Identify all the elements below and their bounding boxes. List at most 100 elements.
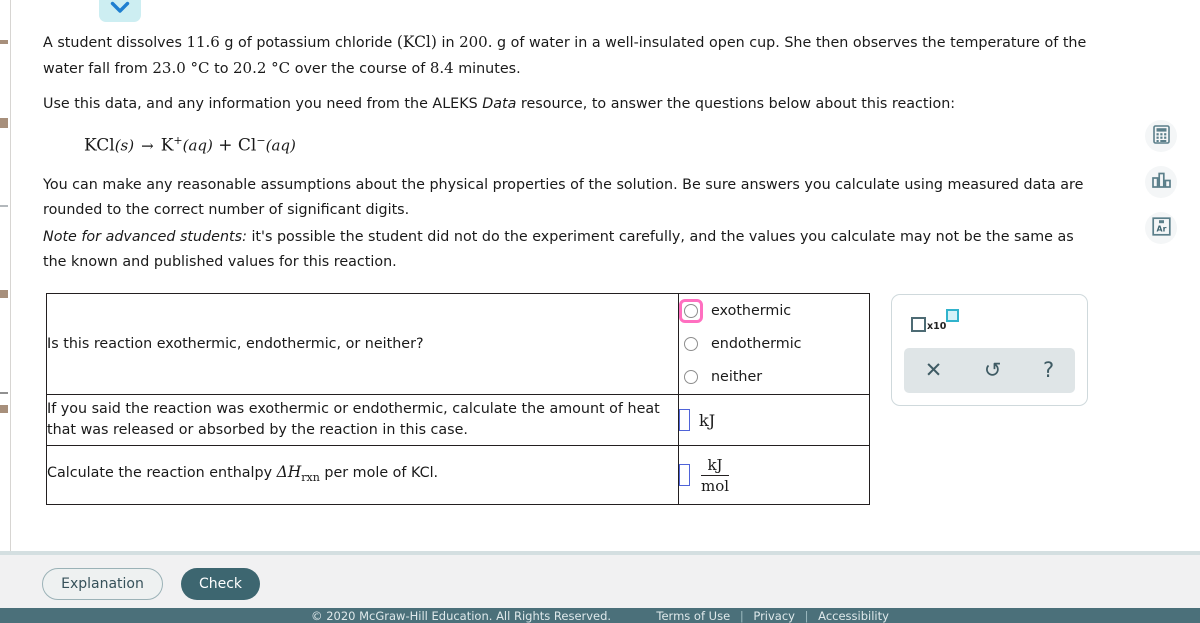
footer-separator: | bbox=[804, 609, 809, 623]
periodic-table-icon: Ar bbox=[1151, 216, 1171, 240]
radio-focus-ring[interactable] bbox=[679, 365, 703, 389]
chemical-equation: KCl(s) → K+(aq) + Cl−(aq) bbox=[84, 134, 296, 156]
product2-charge: − bbox=[256, 134, 266, 147]
p1-text-a: A student dissolves bbox=[43, 35, 182, 51]
heat-unit-label: kJ bbox=[699, 410, 716, 430]
enthalpy-entry-input[interactable] bbox=[679, 464, 690, 486]
table-row: Is this reaction exothermic, endothermic… bbox=[46, 293, 870, 395]
radio-option-neither[interactable]: neither bbox=[679, 361, 869, 394]
sliver-mark bbox=[0, 392, 8, 394]
heat-entry-input[interactable] bbox=[679, 409, 690, 431]
table-row: If you said the reaction was exothermic … bbox=[46, 394, 870, 446]
question-cell-3: Calculate the reaction enthalpy ΔHrxn pe… bbox=[46, 445, 679, 505]
radio-icon bbox=[684, 304, 698, 318]
enthalpy-symbol: ΔH bbox=[276, 463, 302, 482]
sliver-mark bbox=[0, 205, 8, 207]
left-panel-sliver bbox=[0, 0, 11, 560]
problem-paragraph-2: Use this data, and any information you n… bbox=[43, 92, 1093, 117]
sliver-mark bbox=[0, 405, 8, 413]
toolbar-button-group: ✕ ↺ ? bbox=[904, 348, 1075, 393]
product2-formula: Cl bbox=[237, 135, 257, 156]
enthalpy-subscript: rxn bbox=[301, 470, 320, 484]
check-button[interactable]: Check bbox=[181, 568, 260, 600]
p1-text-g: minutes. bbox=[458, 61, 521, 77]
question-cell-1: Is this reaction exothermic, endothermic… bbox=[46, 293, 679, 395]
radio-focus-ring[interactable] bbox=[679, 332, 703, 356]
footer: © 2020 McGraw-Hill Education. All Rights… bbox=[0, 608, 1200, 623]
clear-icon[interactable]: ✕ bbox=[915, 356, 953, 385]
unit-fraction: kJ mol bbox=[701, 455, 730, 495]
radio-label: neither bbox=[711, 369, 763, 385]
p2-text-a: Use this data, and any information you n… bbox=[43, 96, 478, 112]
x10-label: x10 bbox=[927, 321, 947, 332]
unit-numerator: kJ bbox=[707, 455, 723, 474]
data-tool-button[interactable] bbox=[1145, 166, 1177, 198]
bar-chart-icon bbox=[1151, 172, 1171, 192]
exponent-box-icon bbox=[946, 309, 960, 322]
accessibility-link[interactable]: Accessibility bbox=[818, 609, 889, 623]
compound-formula: (KCl) bbox=[396, 33, 437, 51]
answer-cell-2: kJ bbox=[678, 394, 870, 446]
product1-formula: K bbox=[160, 135, 174, 156]
reactant-state: (s) bbox=[114, 136, 135, 155]
equation-plus: + bbox=[218, 135, 233, 156]
footer-content: © 2020 McGraw-Hill Education. All Rights… bbox=[0, 609, 1200, 623]
problem-paragraph-1: A student dissolves 11.6 g of potassium … bbox=[43, 30, 1093, 82]
p1-text-f: over the course of bbox=[294, 61, 426, 77]
radio-icon bbox=[684, 370, 698, 384]
table-row: Calculate the reaction enthalpy ΔHrxn pe… bbox=[46, 445, 870, 505]
sliver-mark bbox=[0, 290, 8, 298]
answer-cell-1: exothermic endothermic neither bbox=[678, 293, 870, 395]
footer-separator: | bbox=[739, 609, 744, 623]
explanation-button[interactable]: Explanation bbox=[42, 568, 163, 600]
radio-icon bbox=[684, 337, 698, 351]
tool-rail: Ar bbox=[1145, 120, 1177, 244]
advanced-note-label: Note for advanced students: bbox=[43, 229, 247, 245]
unit-denominator: mol bbox=[701, 474, 730, 495]
temp-initial: 23.0 °C bbox=[152, 59, 210, 77]
problem-paragraph-3: You can make any reasonable assumptions … bbox=[43, 177, 1084, 218]
water-mass-value: 200. bbox=[459, 33, 493, 51]
radio-option-endothermic[interactable]: endothermic bbox=[679, 328, 869, 361]
reactant-formula: KCl bbox=[84, 135, 115, 156]
answer-cell-3: kJ mol bbox=[678, 445, 870, 505]
undo-icon[interactable]: ↺ bbox=[974, 356, 1012, 385]
sliver-mark bbox=[0, 118, 8, 128]
svg-text:Ar: Ar bbox=[1156, 224, 1166, 233]
mass-value: 11.6 bbox=[186, 33, 220, 51]
copyright-text: © 2020 McGraw-Hill Education. All Rights… bbox=[311, 609, 612, 623]
problem-paragraph-4: Note for advanced students: it's possibl… bbox=[43, 225, 1093, 275]
p1-text-c: in bbox=[441, 35, 455, 51]
p2-text-b: resource, to answer the questions below … bbox=[520, 96, 956, 112]
time-value: 8.4 bbox=[429, 59, 454, 77]
chevron-down-icon bbox=[110, 0, 130, 18]
product1-charge: + bbox=[173, 134, 183, 147]
calculator-tool-button[interactable] bbox=[1145, 120, 1177, 152]
action-bar: Explanation Check bbox=[0, 551, 1200, 608]
temp-final: 20.2 °C bbox=[233, 59, 291, 77]
reaction-arrow-icon: → bbox=[141, 136, 154, 155]
radio-label: endothermic bbox=[711, 336, 802, 352]
radio-focus-ring[interactable] bbox=[679, 299, 703, 323]
calculator-icon bbox=[1152, 124, 1170, 148]
help-icon[interactable]: ? bbox=[1033, 356, 1064, 385]
p1-text-b: g of potassium chloride bbox=[224, 35, 393, 51]
product1-state: (aq) bbox=[182, 136, 213, 155]
data-resource-name: Data bbox=[482, 96, 517, 112]
collapse-panel-tab[interactable] bbox=[99, 0, 141, 22]
q3-text-a: Calculate the reaction enthalpy bbox=[47, 465, 273, 482]
product2-state: (aq) bbox=[265, 136, 296, 155]
radio-option-exothermic[interactable]: exothermic bbox=[679, 295, 869, 328]
terms-of-use-link[interactable]: Terms of Use bbox=[656, 609, 730, 623]
scientific-notation-button[interactable]: x10 bbox=[911, 309, 960, 332]
sliver-mark bbox=[0, 40, 8, 44]
heat-answer-line: kJ bbox=[679, 409, 869, 431]
question-cell-2: If you said the reaction was exothermic … bbox=[46, 394, 679, 446]
math-entry-toolbar: x10 ✕ ↺ ? bbox=[891, 294, 1088, 406]
enthalpy-answer-line: kJ mol bbox=[679, 456, 869, 495]
radio-label: exothermic bbox=[711, 303, 792, 319]
privacy-link[interactable]: Privacy bbox=[753, 609, 795, 623]
answer-table: Is this reaction exothermic, endothermic… bbox=[46, 293, 870, 505]
p1-text-e: to bbox=[214, 61, 229, 77]
periodic-table-tool-button[interactable]: Ar bbox=[1145, 212, 1177, 244]
